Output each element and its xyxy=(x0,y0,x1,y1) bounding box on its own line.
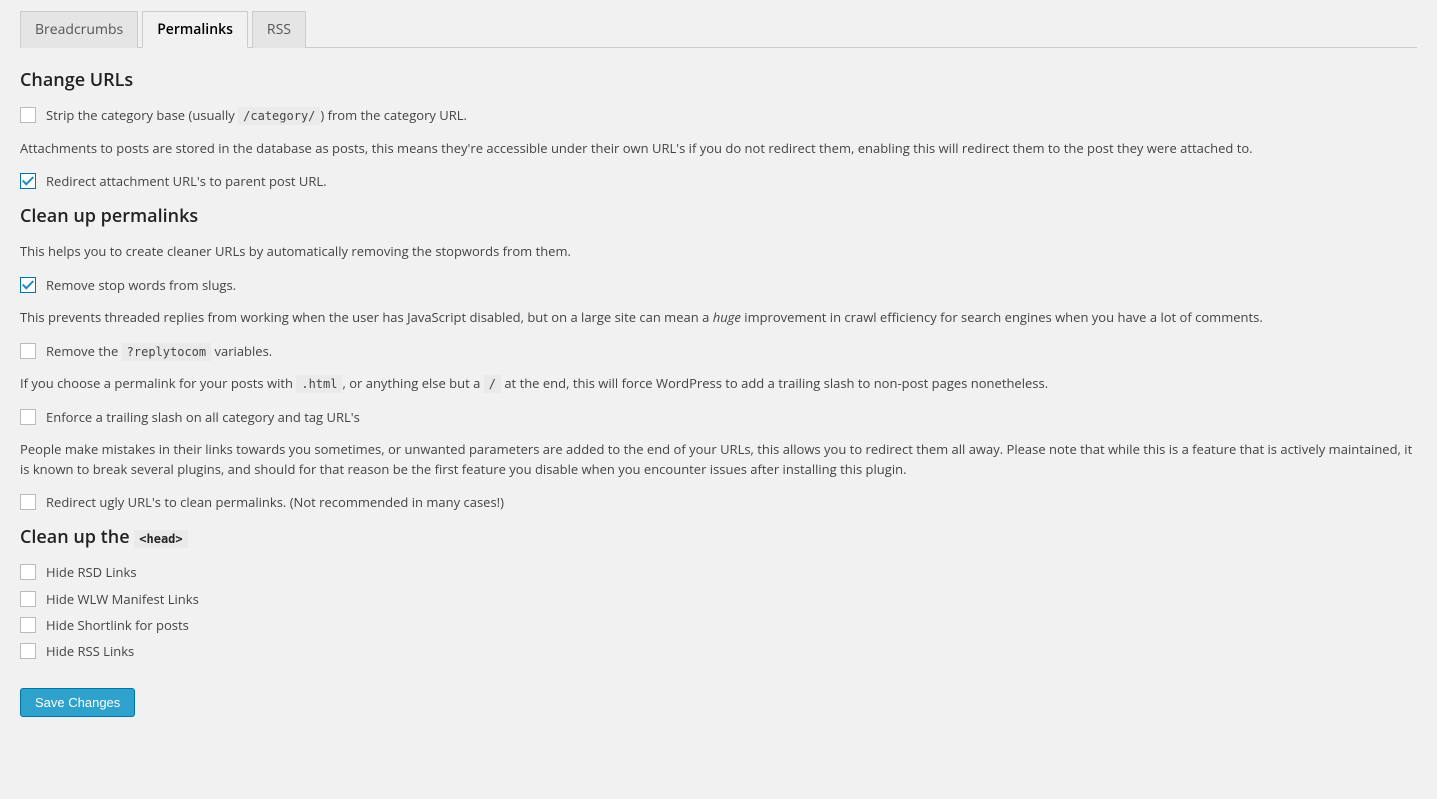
section-clean-head: Clean up the <head> Hide RSD Links Hide … xyxy=(20,525,1417,660)
tab-permalinks[interactable]: Permalinks xyxy=(142,11,248,48)
label-strip-category: Strip the category base (usually /catego… xyxy=(46,106,467,125)
label-replytocom: Remove the ?replytocom variables. xyxy=(46,342,272,361)
checkbox-hide-rsd[interactable] xyxy=(20,564,36,580)
tab-nav: Breadcrumbs Permalinks RSS xyxy=(20,10,1417,48)
heading-clean-permalinks: Clean up permalinks xyxy=(20,204,1417,228)
label-hide-rsd: Hide RSD Links xyxy=(46,563,137,581)
description-redirect-ugly: People make mistakes in their links towa… xyxy=(20,440,1417,479)
section-change-urls: Change URLs Strip the category base (usu… xyxy=(20,68,1417,190)
label-hide-shortlink: Hide Shortlink for posts xyxy=(46,616,189,634)
checkbox-redirect-attachment[interactable] xyxy=(20,173,36,189)
checkbox-redirect-ugly[interactable] xyxy=(20,494,36,510)
checkbox-replytocom[interactable] xyxy=(20,343,36,359)
label-hide-rss: Hide RSS Links xyxy=(46,642,134,660)
checkbox-hide-rss[interactable] xyxy=(20,643,36,659)
label-redirect-ugly: Redirect ugly URL's to clean permalinks.… xyxy=(46,493,504,511)
section-clean-permalinks: Clean up permalinks This helps you to cr… xyxy=(20,204,1417,511)
label-redirect-attachment: Redirect attachment URL's to parent post… xyxy=(46,172,327,190)
description-redirect-attachment: Attachments to posts are stored in the d… xyxy=(20,139,1417,159)
description-trailing-slash: If you choose a permalink for your posts… xyxy=(20,374,1417,394)
label-trailing-slash: Enforce a trailing slash on all category… xyxy=(46,408,360,426)
tab-breadcrumbs[interactable]: Breadcrumbs xyxy=(20,11,138,48)
checkbox-hide-shortlink[interactable] xyxy=(20,617,36,633)
checkbox-strip-category[interactable] xyxy=(20,107,36,123)
label-stop-words: Remove stop words from slugs. xyxy=(46,276,236,294)
description-stop-words: This helps you to create cleaner URLs by… xyxy=(20,242,1417,262)
save-changes-button[interactable]: Save Changes xyxy=(20,688,135,717)
checkbox-trailing-slash[interactable] xyxy=(20,409,36,425)
label-hide-wlw: Hide WLW Manifest Links xyxy=(46,590,199,608)
heading-change-urls: Change URLs xyxy=(20,68,1417,92)
checkbox-hide-wlw[interactable] xyxy=(20,591,36,607)
checkbox-stop-words[interactable] xyxy=(20,277,36,293)
description-replytocom: This prevents threaded replies from work… xyxy=(20,308,1417,328)
heading-clean-head: Clean up the <head> xyxy=(20,525,1417,549)
tab-rss[interactable]: RSS xyxy=(252,11,306,48)
